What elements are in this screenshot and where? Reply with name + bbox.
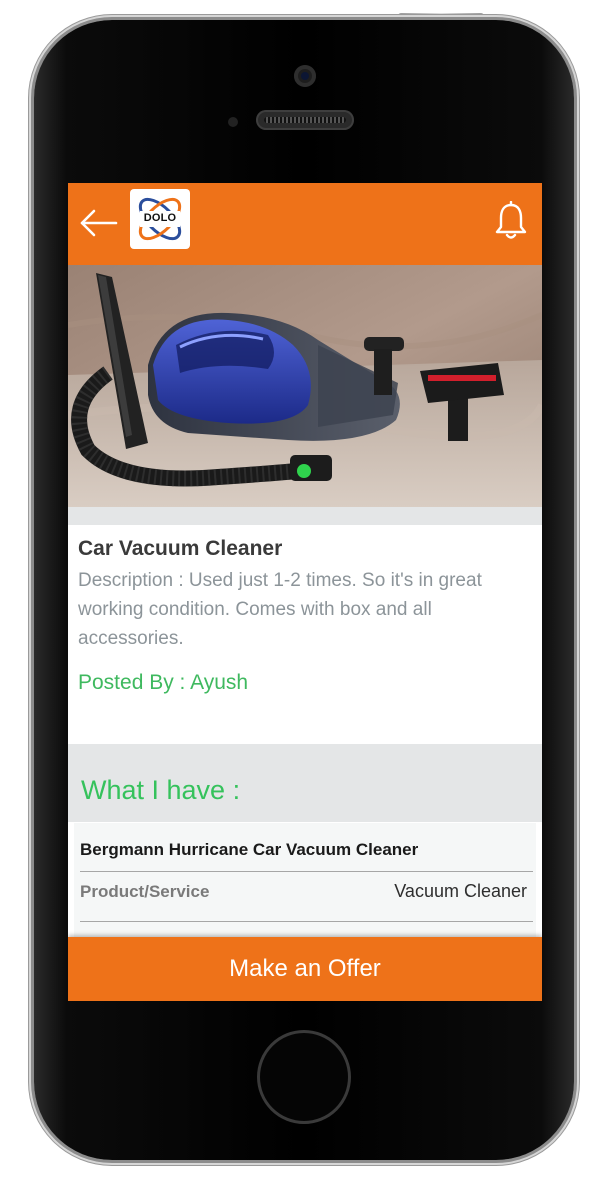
product-image <box>68 265 542 507</box>
card-divider <box>80 921 533 922</box>
front-camera <box>294 65 316 87</box>
earpiece-speaker <box>256 110 354 130</box>
posted-by: Posted By : Ayush <box>78 671 249 694</box>
section-separator <box>68 507 542 525</box>
product-service-value: Vacuum Cleaner <box>394 881 527 901</box>
have-item-name: Bergmann Hurricane Car Vacuum Cleaner <box>80 840 419 859</box>
product-description: Description : Used just 1-2 times. So it… <box>78 570 482 649</box>
dolo-logo: DOLO <box>130 189 190 249</box>
home-button[interactable] <box>257 1030 351 1124</box>
proximity-sensor <box>228 117 238 127</box>
product-service-label: Product/Service <box>80 882 210 901</box>
app-header: DOLO <box>68 183 542 265</box>
what-i-have-heading: What I have : <box>81 775 241 805</box>
what-i-have-section: What I have : <box>68 744 542 822</box>
bell-icon[interactable] <box>494 201 528 241</box>
arrow-left-icon[interactable] <box>78 207 118 239</box>
make-offer-button[interactable]: Make an Offer <box>68 937 542 1001</box>
app-screen: DOLO Car Vacuum Cleaner Description: Us… <box>68 183 542 1001</box>
logo-text: DOLO <box>143 212 177 224</box>
power-button <box>398 13 484 19</box>
product-title: Car Vacuum Cleaner <box>78 537 283 560</box>
card-divider <box>80 871 533 872</box>
have-item-card[interactable]: Bergmann Hurricane Car Vacuum Cleaner Pr… <box>74 823 536 939</box>
